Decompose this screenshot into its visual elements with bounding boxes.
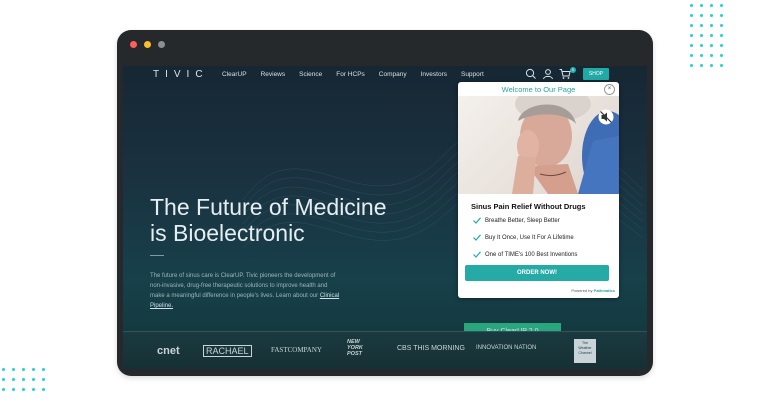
decorative-dots (690, 4, 723, 67)
hero-divider (150, 255, 164, 256)
press-logos-bar: cnet RACHAEL FASTCOMPANY NEW YORK POST C… (123, 331, 647, 369)
hero-title: The Future of Medicine is Bioelectronic (150, 194, 387, 246)
check-icon (473, 217, 481, 224)
dot (710, 34, 713, 37)
dot (700, 54, 703, 57)
promo-popup: Welcome to Our Page × Sinus Pain Relief … (458, 82, 619, 298)
header-icons (525, 68, 571, 80)
dot (22, 368, 25, 371)
main-nav: ClearUP Reviews Science For HCPs Company… (222, 71, 498, 78)
dot (32, 368, 35, 371)
dot (710, 44, 713, 47)
hero-description: The future of sinus care is ClearUP. Tiv… (150, 271, 340, 311)
press-logo-cbs-this-morning: CBS THIS MORNING (397, 345, 465, 352)
dot (42, 368, 45, 371)
dot (720, 4, 723, 7)
cart-count-badge: 0 (570, 67, 576, 73)
dot (690, 54, 693, 57)
press-logo-rachael: RACHAEL (203, 345, 252, 357)
dot (12, 388, 15, 391)
dot (690, 24, 693, 27)
user-icon[interactable] (542, 68, 554, 80)
dot (700, 24, 703, 27)
dot (2, 378, 5, 381)
nav-item-reviews[interactable]: Reviews (261, 71, 286, 78)
benefit-text: One of TIME's 100 Best Inventions (485, 252, 578, 259)
dot (690, 64, 693, 67)
dot (720, 14, 723, 17)
hero-title-line-1: The Future of Medicine (150, 194, 387, 220)
dot (710, 14, 713, 17)
dot (42, 388, 45, 391)
dot (720, 64, 723, 67)
benefit-item: Breathe Better, Sleep Better (473, 217, 560, 224)
search-icon[interactable] (525, 68, 537, 80)
woman-sinus-pain-illustration (512, 96, 619, 194)
dot (720, 54, 723, 57)
window-controls (130, 41, 165, 48)
dot (710, 64, 713, 67)
dot (700, 64, 703, 67)
dot (710, 54, 713, 57)
dot (22, 388, 25, 391)
hero-title-line-2: is Bioelectronic (150, 220, 305, 246)
dot (710, 4, 713, 7)
benefit-item: One of TIME's 100 Best Inventions (473, 251, 577, 258)
maximize-window-button[interactable] (158, 41, 165, 48)
dot (710, 24, 713, 27)
dot (720, 44, 723, 47)
press-logo-innovation-nation: INNOVATION NATION (476, 345, 537, 351)
close-window-button[interactable] (130, 41, 137, 48)
dot (690, 14, 693, 17)
powered-by-label: Powered by (571, 288, 593, 293)
dot (720, 24, 723, 27)
dot (2, 388, 5, 391)
press-logo-cnet: cnet (157, 345, 180, 357)
dot (42, 378, 45, 381)
dot (690, 34, 693, 37)
popup-title: Welcome to Our Page (501, 85, 576, 94)
dot (32, 388, 35, 391)
powered-by-brand: Pathmatics (593, 288, 615, 293)
dot (22, 378, 25, 381)
benefit-text: Breathe Better, Sleep Better (485, 218, 560, 225)
shop-button[interactable]: SHOP (583, 68, 609, 80)
minimize-window-button[interactable] (144, 41, 151, 48)
nav-item-clearup[interactable]: ClearUP (222, 71, 247, 78)
dot (690, 44, 693, 47)
nav-item-company[interactable]: Company (379, 71, 407, 78)
order-now-button[interactable]: ORDER NOW! (465, 265, 609, 281)
popup-product-image (458, 96, 619, 194)
dot (32, 378, 35, 381)
popup-heading: Sinus Pain Relief Without Drugs (471, 202, 586, 211)
dot (2, 368, 5, 371)
press-logo-fast-company: FASTCOMPANY (271, 346, 322, 354)
nav-item-support[interactable]: Support (461, 71, 484, 78)
check-icon (473, 251, 481, 258)
benefit-text: Buy It Once, Use It For A Lifetime (485, 235, 574, 242)
nav-item-science[interactable]: Science (299, 71, 322, 78)
press-logo-new-york-post: NEW YORK POST (347, 339, 363, 357)
dot (700, 44, 703, 47)
nav-item-investors[interactable]: Investors (421, 71, 447, 78)
site-logo[interactable]: TIVIC (153, 69, 209, 80)
powered-by-credit[interactable]: Powered by Pathmatics (571, 288, 615, 293)
press-logo-weather-channel: The Weather Channel (574, 339, 596, 363)
dot (700, 14, 703, 17)
dot (12, 378, 15, 381)
dot (690, 4, 693, 7)
dot (720, 34, 723, 37)
hero-body-text: The future of sinus care is ClearUP. Tiv… (150, 273, 336, 299)
benefit-item: Buy It Once, Use It For A Lifetime (473, 234, 574, 241)
dot (12, 368, 15, 371)
close-icon[interactable]: × (604, 84, 615, 95)
dot (700, 34, 703, 37)
decorative-dots (2, 368, 45, 391)
nav-item-for-hcps[interactable]: For HCPs (336, 71, 365, 78)
dot (700, 4, 703, 7)
check-icon (473, 234, 481, 241)
speaker-muted-icon[interactable] (598, 109, 614, 125)
